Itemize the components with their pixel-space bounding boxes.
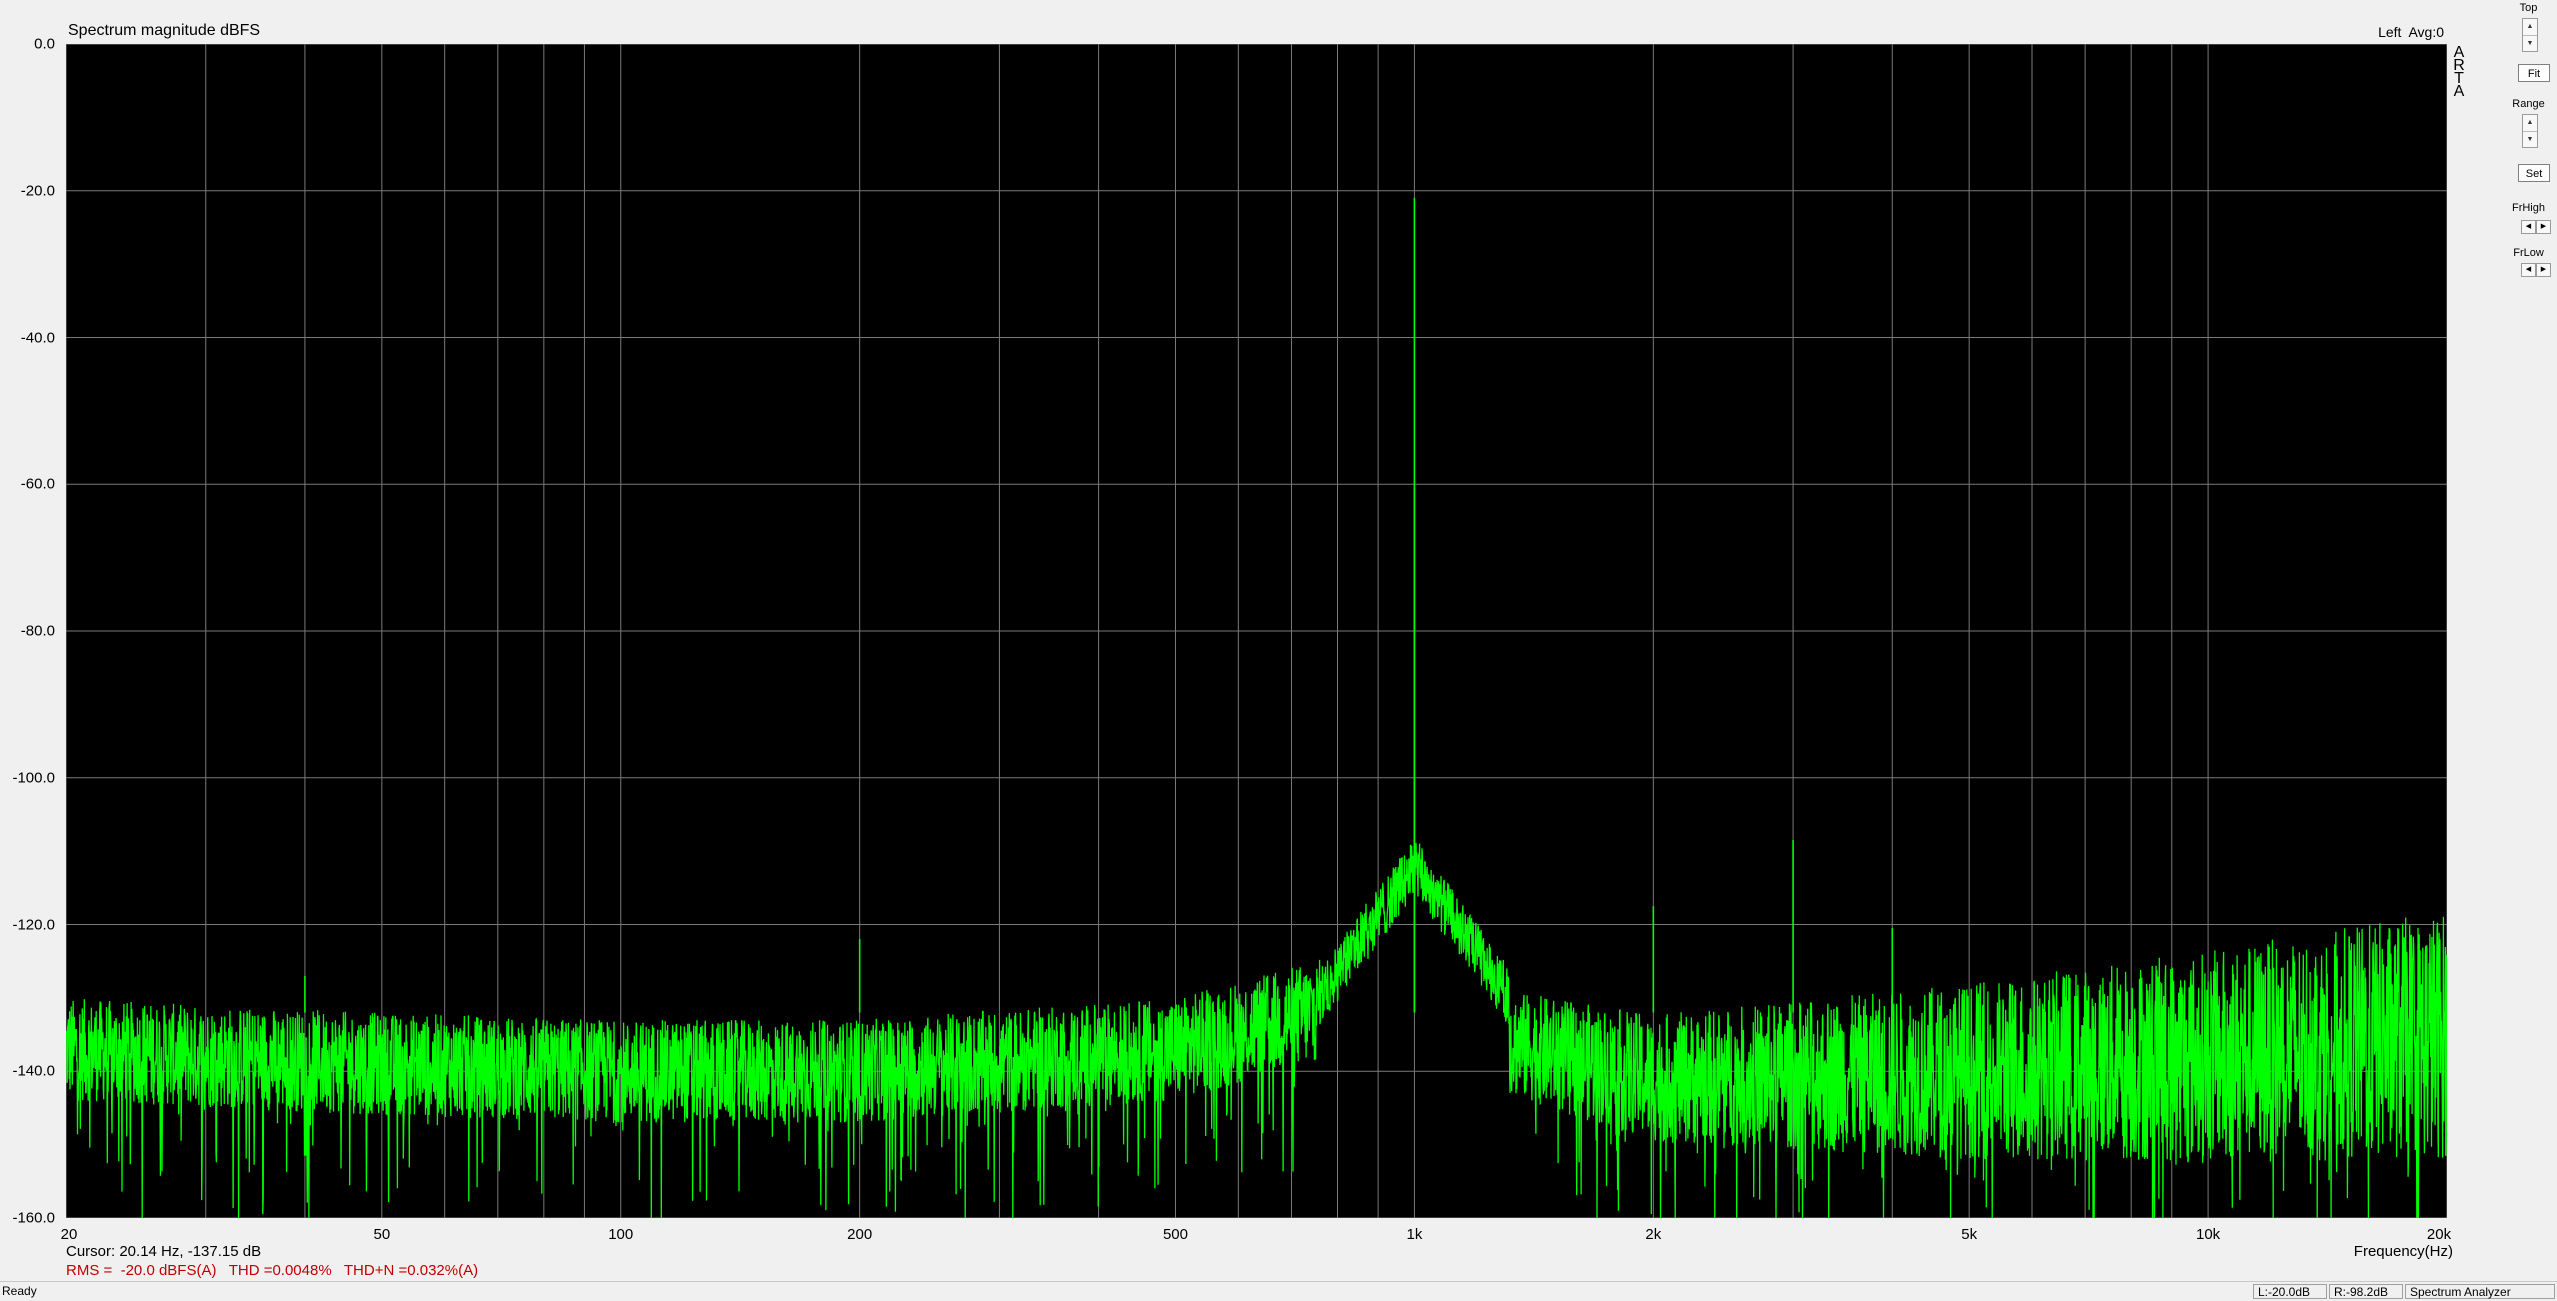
spin-down-icon[interactable]: ▼: [2523, 35, 2537, 52]
range-label: Range: [2512, 98, 2545, 110]
x-tick-label: 50: [373, 1226, 391, 1243]
scale-control-panel: Top ▲ ▼ Fit Range ▲ ▼ Set FrHigh ◀ ▶ FrL…: [2500, 0, 2557, 300]
top-spinner[interactable]: ▲ ▼: [2522, 18, 2538, 52]
set-button[interactable]: Set: [2518, 164, 2550, 182]
x-tick-label: 500: [1162, 1226, 1188, 1243]
y-tick-label: -40.0: [20, 329, 55, 346]
frlow-spinner[interactable]: ◀ ▶: [2521, 263, 2551, 277]
x-tick-label: 100: [608, 1226, 634, 1243]
y-tick-label: -60.0: [20, 475, 55, 493]
spin-down-icon[interactable]: ▼: [2523, 131, 2537, 148]
arta-watermark: A R T A: [2451, 45, 2467, 100]
spin-left-icon[interactable]: ◀: [2521, 220, 2536, 234]
range-spinner[interactable]: ▲ ▼: [2522, 114, 2538, 148]
spin-up-icon[interactable]: ▲: [2523, 19, 2537, 35]
spectrum-analyzer-window: Spectrum magnitude dBFS Left Avg:0 A R T…: [0, 0, 2557, 1301]
status-bar: Ready L:-20.0dB R:-98.2dB Spectrum Analy…: [0, 1281, 2557, 1301]
spectrum-plot[interactable]: [66, 44, 2447, 1218]
y-tick-label: -80.0: [20, 622, 55, 640]
x-tick-label: 5k: [1961, 1226, 1978, 1243]
spectrum-noise-trace: [66, 842, 2447, 1218]
top-label: Top: [2519, 2, 2538, 14]
spectrum-trace: [66, 198, 2447, 1218]
x-tick-label: 20k: [2426, 1226, 2452, 1243]
spin-left-icon[interactable]: ◀: [2521, 263, 2536, 277]
frlow-label: FrLow: [2513, 247, 2544, 259]
x-tick-label: 2k: [1645, 1226, 1662, 1243]
frhigh-label: FrHigh: [2511, 202, 2545, 214]
cursor-readout: Cursor: 20.14 Hz, -137.15 dB: [66, 1243, 262, 1260]
plot-title: Spectrum magnitude dBFS: [68, 22, 261, 39]
y-tick-label: -140.0: [12, 1062, 55, 1080]
rms-thd-readout: RMS = -20.0 dBFS(A) THD =0.0048% THD+N =…: [66, 1262, 479, 1279]
channel-average-label: Left Avg:0: [2378, 24, 2444, 40]
status-ready-text: Ready: [2, 1284, 37, 1298]
spin-right-icon[interactable]: ▶: [2536, 263, 2551, 277]
frhigh-spinner[interactable]: ◀ ▶: [2521, 220, 2551, 234]
y-tick-label: -20.0: [20, 182, 55, 200]
x-tick-label: 20: [60, 1226, 78, 1243]
x-tick-label: 1k: [1406, 1226, 1423, 1243]
spin-right-icon[interactable]: ▶: [2536, 220, 2551, 234]
x-axis-label: Frequency(Hz): [2353, 1243, 2453, 1260]
fit-button[interactable]: Fit: [2518, 64, 2550, 82]
x-tick-label: 200: [847, 1226, 873, 1243]
spectrum-chart-svg[interactable]: [66, 44, 2447, 1218]
mode-readout: Spectrum Analyzer: [2405, 1284, 2555, 1299]
arta-letter-a2: A: [2453, 83, 2465, 100]
x-tick-label: 10k: [2195, 1226, 2221, 1243]
y-tick-label: -120.0: [12, 916, 55, 933]
right-level-readout: R:-98.2dB: [2329, 1284, 2403, 1299]
y-tick-label: -100.0: [12, 769, 55, 787]
y-tick-label: -160.0: [12, 1209, 55, 1227]
y-tick-label: 0.0: [34, 35, 55, 53]
spin-up-icon[interactable]: ▲: [2523, 115, 2537, 131]
left-level-readout: L:-20.0dB: [2253, 1284, 2327, 1299]
